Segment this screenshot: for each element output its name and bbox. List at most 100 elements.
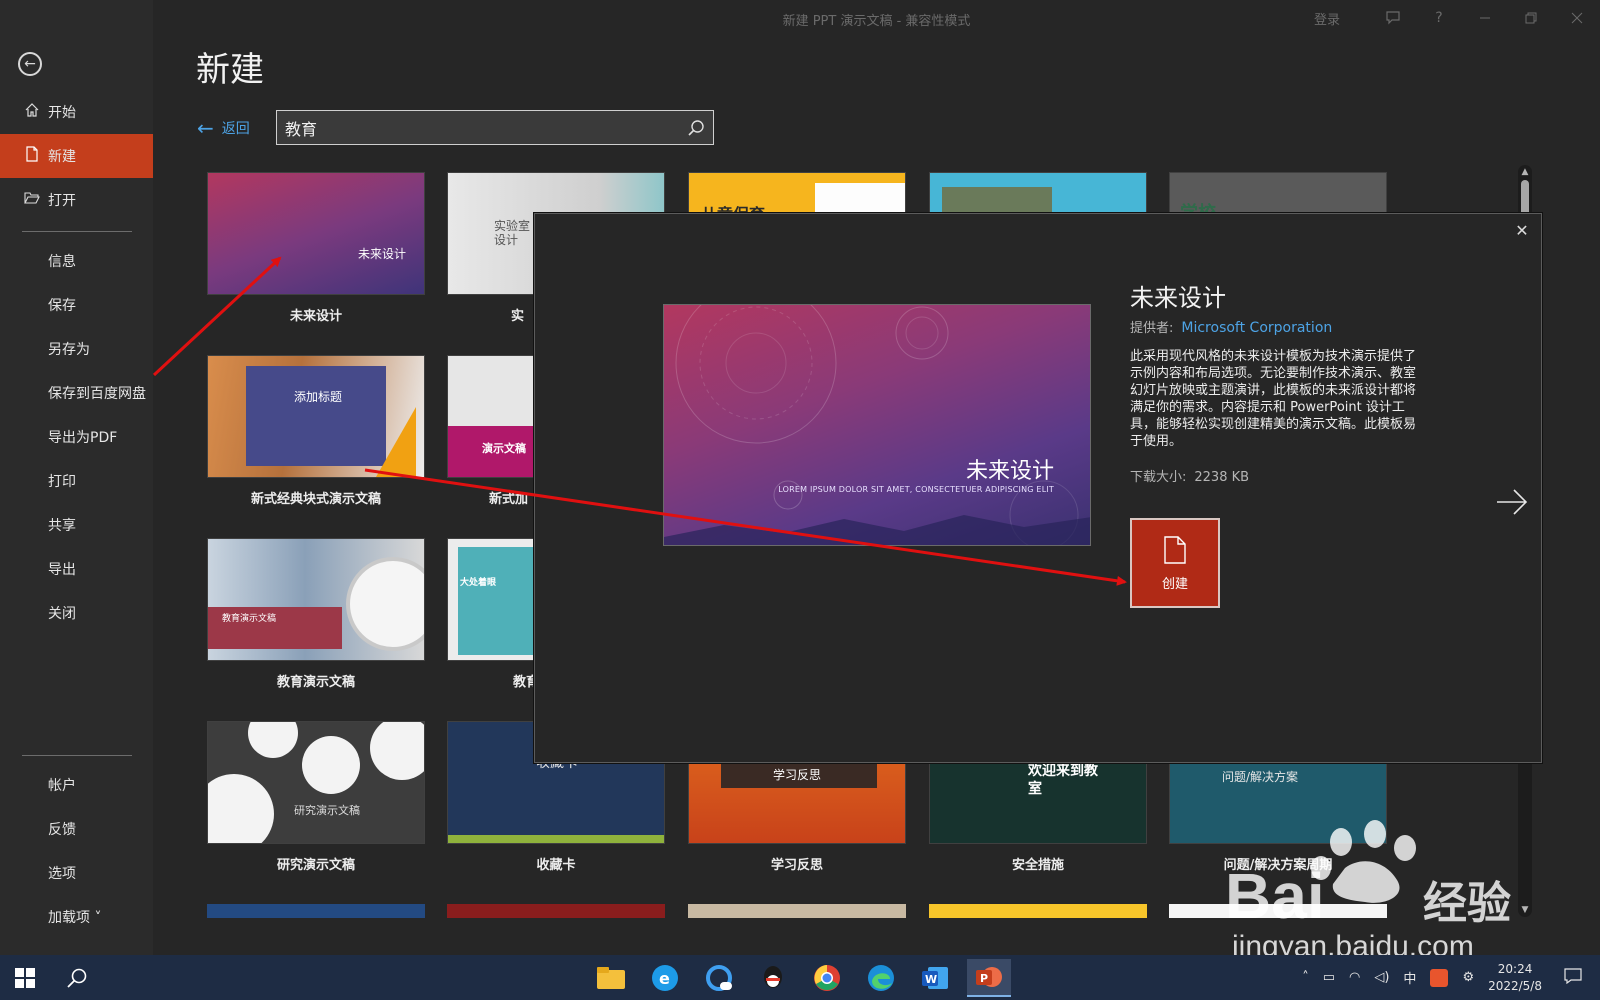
template-thumbnail[interactable] xyxy=(207,904,425,918)
template-label: 未来设计 xyxy=(289,309,342,324)
template-description: 此采用现代风格的未来设计模板为技术演示提供了示例内容和布局选项。无论要制作技术演… xyxy=(1130,349,1417,449)
thumbnail-accent xyxy=(376,407,416,477)
sidebar-item-label: 选项 xyxy=(48,866,76,882)
minimize-icon[interactable] xyxy=(1462,0,1508,36)
sogou-ime-icon[interactable] xyxy=(1430,968,1449,987)
notification-icon[interactable] xyxy=(1564,967,1582,988)
chrome-icon[interactable] xyxy=(805,959,849,997)
qq-icon[interactable] xyxy=(751,959,795,997)
scroll-up-icon[interactable]: ▲ xyxy=(1519,167,1531,177)
wifi-icon[interactable]: ◠ xyxy=(1349,970,1360,985)
sidebar-item-label: 打开 xyxy=(48,193,76,209)
search-icon[interactable] xyxy=(679,111,713,144)
sidebar-item-save-as[interactable]: 另存为 xyxy=(0,327,153,371)
sidebar-item-label: 打印 xyxy=(48,474,76,490)
template-thumbnail[interactable] xyxy=(929,904,1147,918)
template-tile-future-design[interactable]: 未来设计 未来设计 xyxy=(207,172,425,324)
help-icon[interactable]: ? xyxy=(1416,0,1462,36)
feedback-icon[interactable] xyxy=(1370,0,1416,36)
sidebar-item-home[interactable]: 开始 xyxy=(0,90,153,134)
thumbnail-title: 演示文稿 xyxy=(482,442,526,455)
powerpoint-icon[interactable]: P xyxy=(967,959,1011,997)
back-link[interactable]: ← 返回 xyxy=(197,118,250,138)
close-window-icon[interactable] xyxy=(1554,0,1600,36)
ime-indicator[interactable]: 中 xyxy=(1403,968,1416,987)
sidebar-item-label: 另存为 xyxy=(48,342,90,358)
sidebar-item-export-pdf[interactable]: 导出为PDF xyxy=(0,415,153,459)
windows-taskbar: e W P ˄ ▭ ◠ ◁) 中 ⚙ 20:24 2022/5/8 xyxy=(0,955,1600,1000)
windows-start-icon[interactable] xyxy=(14,967,36,989)
template-tile-modern-block[interactable]: 添加标题 新式经典块式演示文稿 xyxy=(207,355,425,507)
template-label: 安全措施 xyxy=(1011,858,1064,873)
back-arrow-icon: ← xyxy=(197,116,214,140)
sidebar-item-new[interactable]: 新建 xyxy=(0,134,153,178)
template-tile-research[interactable]: 研究演示文稿 研究演示文稿 xyxy=(207,721,425,873)
restore-icon[interactable] xyxy=(1508,0,1554,36)
sidebar-item-info[interactable]: 信息 xyxy=(0,239,153,283)
template-thumbnail[interactable] xyxy=(688,904,906,918)
title-bar: 新建 PPT 演示文稿 - 兼容性模式 登录 ? xyxy=(153,0,1600,36)
thumbnail-title: 问题/解决方案 xyxy=(1222,770,1299,784)
template-label: 学习反思 xyxy=(770,858,823,873)
thumbnail-title: 未来设计 xyxy=(357,247,406,261)
sidebar-item-label: 加载项 ˅ xyxy=(48,910,102,926)
download-size: 下载大小: 2238 KB xyxy=(1130,466,1249,485)
thumbnail-title: 研究演示文稿 xyxy=(294,804,360,817)
settings-gear-icon[interactable]: ⚙ xyxy=(1462,970,1474,985)
folder-open-icon xyxy=(22,191,42,209)
chevron-up-icon[interactable]: ˄ xyxy=(1302,970,1309,985)
download-size-value: 2238 KB xyxy=(1194,470,1250,485)
sidebar-item-share[interactable]: 共享 xyxy=(0,503,153,547)
thumbnail-title: 学习反思 xyxy=(773,768,822,782)
search-input[interactable] xyxy=(277,111,675,144)
provider-link[interactable]: Microsoft Corporation xyxy=(1181,320,1332,336)
template-label: 收藏卡 xyxy=(536,858,576,873)
back-link-label: 返回 xyxy=(221,121,250,137)
svg-text:W: W xyxy=(925,973,937,986)
search-icon[interactable] xyxy=(66,967,88,989)
chat-icon xyxy=(302,736,360,794)
preview-subtitle: LOREM IPSUM DOLOR SIT AMET, CONSECTETUER… xyxy=(778,485,1054,494)
next-template-arrow-icon[interactable] xyxy=(1495,488,1529,516)
sidebar-item-label: 保存到百度网盘 xyxy=(48,386,146,402)
sidebar-item-label: 导出 xyxy=(48,562,76,578)
sidebar-item-feedback[interactable]: 反馈 xyxy=(0,807,153,851)
word-icon[interactable]: W xyxy=(913,959,957,997)
thumbnail-band xyxy=(448,835,664,843)
sidebar-item-save[interactable]: 保存 xyxy=(0,283,153,327)
close-icon[interactable]: ✕ xyxy=(1511,220,1533,242)
sidebar-item-save-to-baidu[interactable]: 保存到百度网盘 xyxy=(0,371,153,415)
svg-text:e: e xyxy=(659,969,670,988)
sidebar-item-addins[interactable]: 加载项 ˅ xyxy=(0,895,153,939)
taskbar-clock[interactable]: 20:24 2022/5/8 xyxy=(1488,961,1542,995)
template-label: 教育演示文稿 xyxy=(276,675,355,690)
preview-circles xyxy=(664,305,1090,545)
sidebar-item-export[interactable]: 导出 xyxy=(0,547,153,591)
create-button-label: 创建 xyxy=(1161,576,1188,592)
browser-q-icon[interactable] xyxy=(697,959,741,997)
template-tile-education[interactable]: 教育演示文稿 教育演示文稿 xyxy=(207,538,425,690)
edge-icon[interactable] xyxy=(859,959,903,997)
battery-icon[interactable]: ▭ xyxy=(1323,970,1335,985)
sidebar-item-close[interactable]: 关闭 xyxy=(0,591,153,635)
sidebar-item-open[interactable]: 打开 xyxy=(0,178,153,222)
volume-icon[interactable]: ◁) xyxy=(1374,970,1389,985)
template-thumbnail[interactable] xyxy=(447,904,665,918)
sidebar-item-options[interactable]: 选项 xyxy=(0,851,153,895)
login-link[interactable]: 登录 xyxy=(1314,9,1340,28)
sidebar-item-account[interactable]: 帐户 xyxy=(0,763,153,807)
template-preview: 未来设计 LOREM IPSUM DOLOR SIT AMET, CONSECT… xyxy=(663,304,1091,546)
sidebar-divider xyxy=(22,231,132,232)
sidebar-item-print[interactable]: 打印 xyxy=(0,459,153,503)
template-detail-dialog: ✕ 未来设计 LOREM IPSUM DOLOR SIT AMET, CONSE… xyxy=(534,213,1542,763)
sidebar-item-label: 新建 xyxy=(48,149,76,165)
system-tray: ˄ ▭ ◠ ◁) 中 ⚙ 20:24 2022/5/8 xyxy=(1302,955,1600,1000)
sidebar-item-label: 信息 xyxy=(48,254,76,270)
create-button[interactable]: 创建 xyxy=(1130,518,1220,608)
browser-e-icon[interactable]: e xyxy=(643,959,687,997)
template-title: 未来设计 xyxy=(1130,284,1226,312)
sidebar-item-label: 共享 xyxy=(48,518,76,534)
file-explorer-icon[interactable] xyxy=(589,959,633,997)
template-thumbnail: 研究演示文稿 xyxy=(207,721,425,844)
back-arrow-icon[interactable]: ← xyxy=(18,52,42,76)
